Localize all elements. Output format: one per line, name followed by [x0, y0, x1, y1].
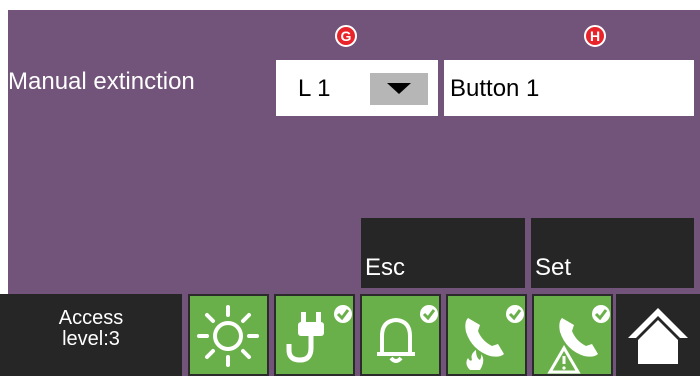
manual-extinction-label: Manual extinction	[8, 68, 195, 95]
set-label: Set	[535, 254, 572, 281]
power-plug-icon	[286, 305, 352, 363]
esc-button[interactable]: Esc	[361, 218, 525, 288]
marker-h: H	[584, 25, 606, 47]
home-icon	[628, 308, 688, 364]
alarm-tile[interactable]	[360, 294, 441, 376]
dropdown-button[interactable]	[370, 73, 428, 105]
access-level-button[interactable]: Access level:3	[0, 294, 182, 376]
home-button[interactable]	[616, 294, 700, 376]
bell-icon	[377, 305, 438, 363]
button-name-field[interactable]: Button 1	[444, 60, 694, 116]
esc-label: Esc	[365, 254, 406, 281]
phone-fire-icon	[465, 305, 524, 370]
button-name-value: Button 1	[450, 75, 540, 102]
set-button[interactable]: Set	[531, 218, 694, 288]
line-select[interactable]: L 1	[276, 60, 438, 116]
marker-g: G	[335, 25, 357, 47]
sun-tile[interactable]	[188, 294, 269, 376]
line-select-value: L 1	[298, 75, 331, 102]
access-label: Access	[58, 307, 124, 329]
sun-icon	[197, 305, 259, 367]
phone-warning-icon	[547, 305, 610, 374]
phone-warning-tile[interactable]	[532, 294, 613, 376]
phone-fire-tile[interactable]	[446, 294, 527, 376]
chevron-down-icon	[387, 83, 411, 94]
power-tile[interactable]	[274, 294, 355, 376]
access-level-value: level:3	[62, 328, 120, 350]
